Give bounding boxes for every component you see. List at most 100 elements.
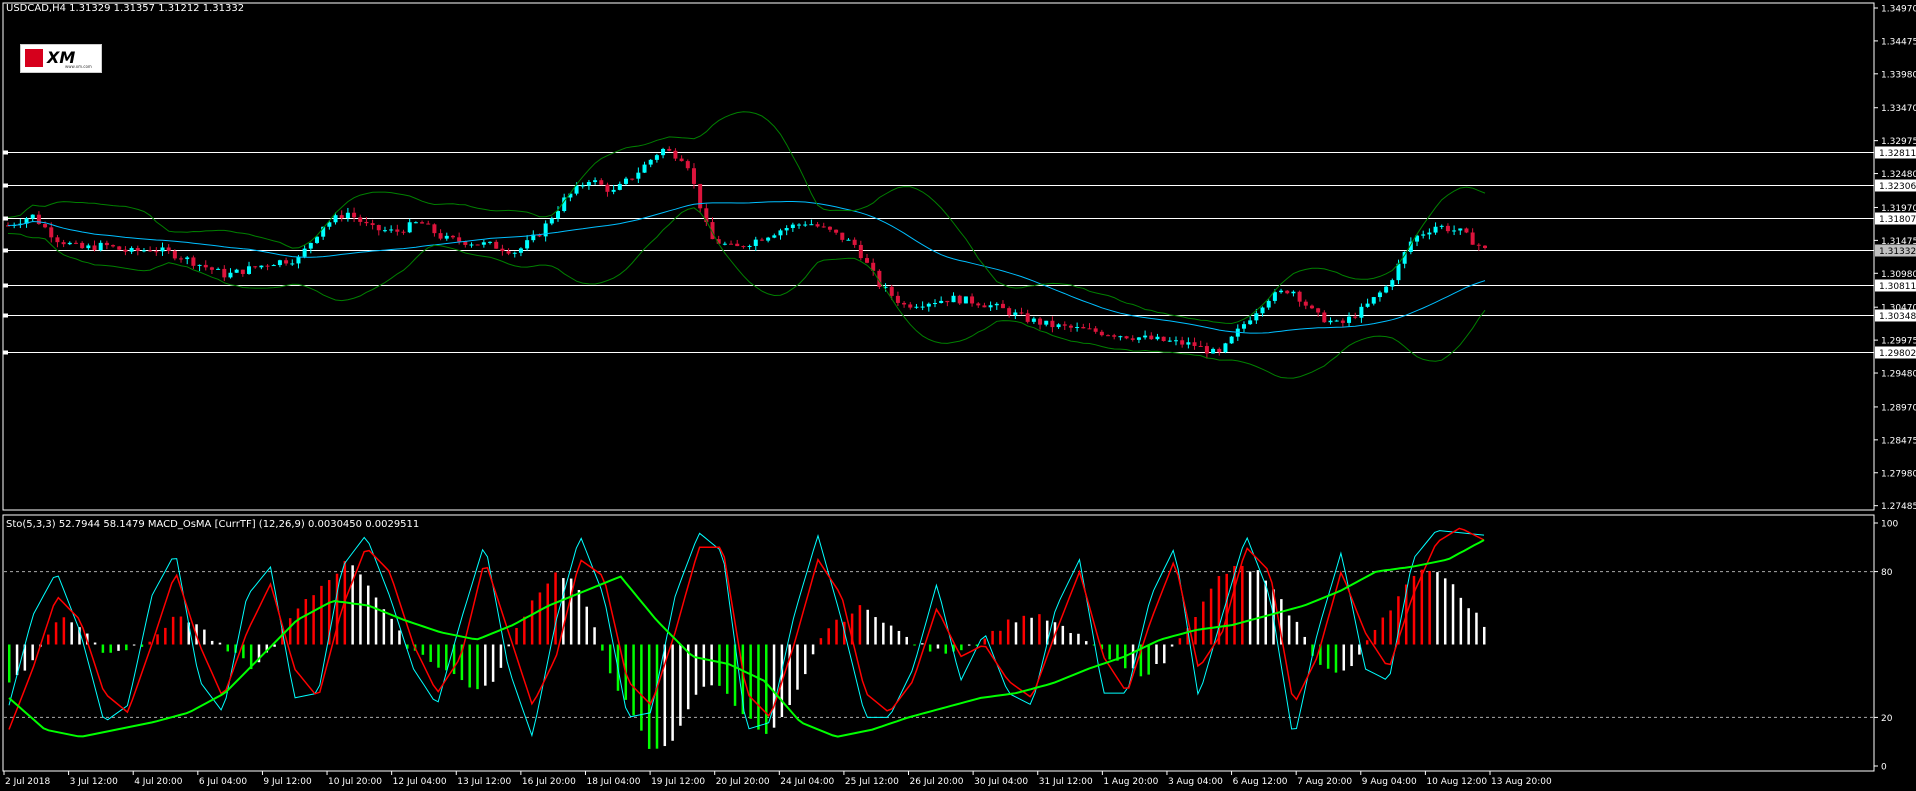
candle-body bbox=[1303, 301, 1308, 306]
candle-body bbox=[518, 248, 523, 253]
osma-histogram-bar bbox=[507, 644, 510, 647]
candle-body bbox=[228, 272, 233, 278]
candle-body bbox=[1130, 338, 1135, 340]
candle-body bbox=[1359, 306, 1364, 318]
candle-body bbox=[963, 296, 968, 304]
osma-histogram-bar bbox=[1264, 580, 1267, 645]
candle-body bbox=[895, 295, 900, 303]
candle-body bbox=[481, 242, 486, 245]
candle-body bbox=[827, 226, 832, 230]
candle-body bbox=[803, 224, 808, 226]
candle-body bbox=[1279, 290, 1284, 293]
osma-histogram-bar bbox=[601, 644, 604, 651]
candle-body bbox=[1445, 225, 1450, 232]
osma-histogram-bar bbox=[749, 644, 752, 719]
osma-histogram-bar bbox=[1436, 572, 1439, 645]
candle-body bbox=[994, 303, 999, 306]
candle-body bbox=[778, 230, 783, 236]
candle-body bbox=[302, 248, 307, 257]
osma-histogram-bar bbox=[866, 609, 869, 645]
time-tick-label: 30 Jul 04:00 bbox=[974, 777, 1028, 787]
osma-histogram-bar bbox=[179, 616, 183, 645]
candle-body bbox=[370, 223, 375, 226]
candle-body bbox=[698, 183, 703, 209]
osma-histogram-bar bbox=[1326, 644, 1330, 669]
time-tick-label: 16 Jul 20:00 bbox=[522, 777, 576, 787]
time-tick-label: 3 Jul 12:00 bbox=[70, 777, 119, 787]
osma-histogram-bar bbox=[1084, 641, 1088, 645]
candle-body bbox=[1458, 228, 1463, 231]
candle-body bbox=[1371, 297, 1376, 304]
candle-body bbox=[630, 178, 635, 180]
candle-body bbox=[203, 264, 208, 268]
candle-body bbox=[1229, 336, 1234, 344]
candle-body bbox=[1106, 335, 1111, 337]
osma-histogram-bar bbox=[421, 644, 425, 655]
candle-body bbox=[1180, 340, 1185, 345]
oscillator-tick-label: 80 bbox=[1881, 568, 1893, 578]
candle-body bbox=[1093, 328, 1098, 332]
candle-body bbox=[36, 214, 41, 224]
candle-body bbox=[759, 239, 764, 241]
candle-body bbox=[889, 286, 894, 296]
osma-histogram-bar bbox=[718, 644, 721, 686]
chart-canvas[interactable]: 1.34970 1.34475 1.33980 1.33470 1.32975 1.324… bbox=[0, 0, 1916, 791]
candle-body bbox=[55, 237, 60, 243]
osma-histogram-bar bbox=[1365, 640, 1369, 645]
candle-body bbox=[970, 296, 975, 304]
osma-histogram-bar bbox=[694, 644, 698, 695]
osma-histogram-bar bbox=[921, 643, 924, 645]
time-tick-label: 6 Jul 04:00 bbox=[199, 777, 248, 787]
candle-body bbox=[580, 185, 585, 187]
osma-histogram-bar bbox=[913, 644, 916, 646]
osma-histogram-bar bbox=[468, 644, 471, 688]
candle-body bbox=[1353, 316, 1358, 318]
osma-histogram-bar bbox=[445, 644, 448, 671]
candle-body bbox=[790, 224, 795, 229]
osma-histogram-bar bbox=[585, 606, 589, 645]
candle-body bbox=[1149, 335, 1154, 340]
candle-body bbox=[345, 212, 350, 219]
time-tick-label: 1 Aug 20:00 bbox=[1103, 777, 1158, 787]
time-tick-label: 10 Jul 20:00 bbox=[328, 777, 382, 787]
price-tick-label: 1.28475 bbox=[1881, 436, 1916, 446]
osma-histogram-bar bbox=[47, 634, 50, 645]
candle-body bbox=[815, 224, 820, 227]
level-anchor-marker bbox=[3, 183, 8, 188]
candle-body bbox=[475, 244, 480, 246]
osma-histogram-bar bbox=[647, 644, 651, 749]
candle-body bbox=[1309, 305, 1314, 309]
osma-histogram-bar bbox=[1334, 644, 1338, 673]
level-price-label: 1.30811 bbox=[1879, 282, 1916, 292]
candle-body bbox=[222, 268, 227, 278]
osma-histogram-bar bbox=[8, 644, 11, 683]
osma-histogram-bar bbox=[577, 589, 581, 645]
osma-histogram-bar bbox=[1412, 575, 1416, 645]
candle-body bbox=[457, 237, 462, 242]
candle-body bbox=[1248, 320, 1253, 325]
candle-body bbox=[1328, 320, 1333, 323]
time-tick-label: 19 Jul 12:00 bbox=[651, 777, 705, 787]
osma-histogram-bar bbox=[835, 619, 838, 645]
candle-body bbox=[617, 183, 622, 190]
candle-body bbox=[407, 222, 412, 233]
osma-histogram-bar bbox=[991, 630, 994, 645]
level-anchor-marker bbox=[3, 283, 8, 288]
price-tick-label: 1.27485 bbox=[1881, 502, 1916, 512]
candle-body bbox=[1174, 340, 1179, 342]
candle-body bbox=[1476, 244, 1481, 246]
candle-body bbox=[401, 231, 406, 233]
candle-body bbox=[1143, 335, 1148, 338]
candle-body bbox=[333, 215, 338, 223]
candle-body bbox=[1075, 326, 1080, 328]
osma-histogram-bar bbox=[1350, 644, 1353, 667]
osma-histogram-bar bbox=[390, 618, 393, 645]
osma-histogram-bar bbox=[132, 644, 136, 646]
candle-body bbox=[1272, 292, 1277, 301]
candle-body bbox=[1433, 226, 1438, 233]
candle-body bbox=[1198, 345, 1203, 347]
oscillator-tick-label: 100 bbox=[1881, 520, 1898, 530]
candle-body bbox=[1254, 313, 1259, 321]
level-price-label: 1.31332 bbox=[1879, 247, 1916, 257]
candle-body bbox=[376, 225, 381, 231]
